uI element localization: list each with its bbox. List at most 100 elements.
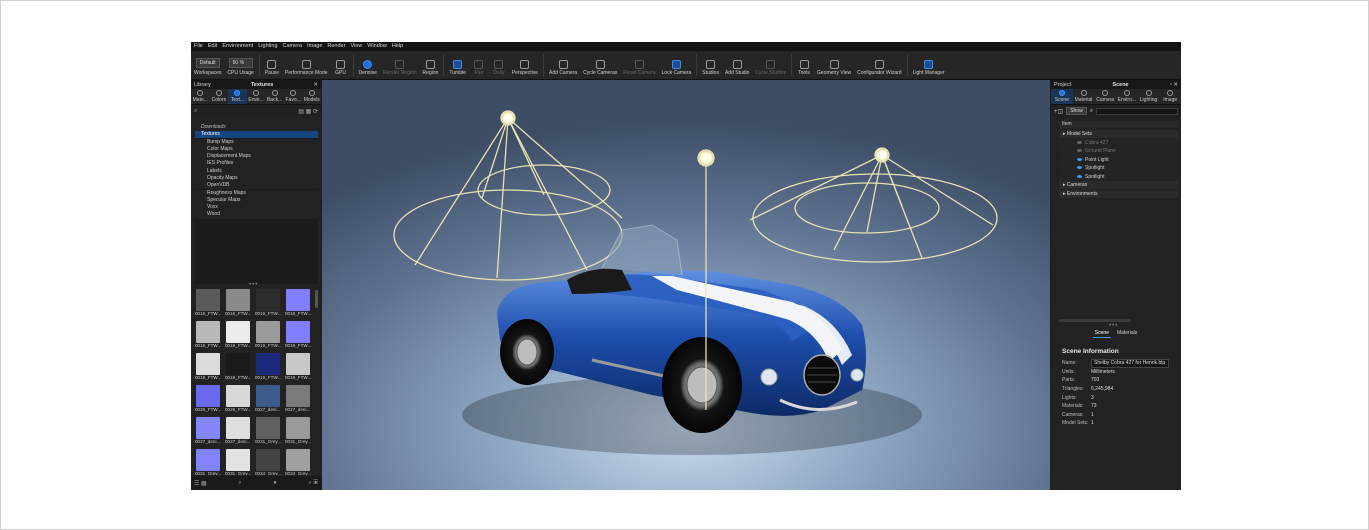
toolbar-performance-mode-button[interactable]: Performance Mode [282, 50, 331, 79]
texture-thumbnail[interactable]: 0019_FTW... [285, 321, 313, 353]
library-tab-4[interactable]: Back... [265, 89, 284, 104]
point-light-gizmo[interactable] [697, 149, 715, 167]
thumbnail-scrollbar[interactable] [315, 290, 318, 308]
texture-thumbnail[interactable]: 0016_FTW... [195, 321, 223, 353]
toolbar-reset-camera-button[interactable]: Reset Camera [620, 50, 658, 79]
scene-tree-scrollbar[interactable] [1059, 319, 1131, 322]
library-tree-item[interactable]: Voxx [195, 204, 318, 212]
visibility-eye-icon[interactable] [1077, 166, 1082, 170]
scene-subtab-1[interactable]: Materials [1115, 329, 1139, 338]
library-tree-item[interactable]: Color Maps [195, 145, 318, 154]
texture-thumbnail[interactable]: 0031_Grey... [195, 449, 223, 475]
library-tab-6[interactable]: Models [302, 89, 321, 104]
library-tree-item[interactable]: IES Profiles [195, 160, 318, 168]
toolbar-pause-button[interactable]: Pause [262, 50, 282, 79]
cpu-usage-select[interactable]: 50 % [228, 57, 253, 68]
toolbar-lock-camera-button[interactable]: Lock Camera [659, 50, 695, 79]
texture-thumbnail[interactable]: 0016_FTW... [285, 289, 313, 321]
scene-tab-4[interactable]: Lighting [1138, 89, 1160, 104]
texture-thumbnail[interactable]: 0034_Grey... [285, 449, 313, 475]
scene-tab-2[interactable]: Camera [1094, 89, 1116, 104]
library-tree-item[interactable]: Bump Maps [195, 138, 318, 146]
toolbar-geometry-view-button[interactable]: Geometry View [814, 50, 854, 79]
texture-thumbnail[interactable]: 0034_Grey... [255, 449, 283, 475]
scene-tree-item[interactable]: Spotlight [1059, 164, 1178, 172]
library-tab-3[interactable]: Envir... [247, 89, 266, 104]
texture-thumbnail[interactable]: 0019_FTW... [225, 353, 253, 385]
toolbar-cpu-usage-button[interactable]: 50 % CPU Usage [224, 50, 256, 79]
library-tree-item[interactable]: Labels [195, 167, 318, 175]
scene-tree-item[interactable]: ▸ Model Sets [1059, 130, 1178, 138]
library-tree-item[interactable]: Downloads [195, 124, 318, 132]
search-icon[interactable]: ⌕ [194, 108, 197, 115]
zoom-icon[interactable]: ⌕ [238, 480, 241, 487]
scene-tree-item[interactable]: ▸ Environments [1059, 189, 1178, 198]
visibility-eye-icon[interactable] [1077, 174, 1082, 178]
splitter-grip-icon[interactable]: ••• [249, 282, 258, 288]
texture-thumbnail[interactable]: 0026_FTW... [195, 385, 223, 417]
toolbar-tools-button[interactable]: Tools [794, 50, 814, 79]
library-tools-icon[interactable]: ⌕ ▣ [308, 480, 318, 487]
toolbar-tumble-button[interactable]: Tumble [446, 50, 469, 79]
search-icon[interactable]: ⌕ [1090, 108, 1093, 115]
texture-thumbnail[interactable]: 0019_FTW... [255, 321, 283, 353]
scene-search-input[interactable] [1096, 107, 1178, 115]
library-tab-0[interactable]: Mate... [191, 89, 210, 104]
list-view-icon[interactable]: ☰ ▦ [194, 480, 207, 487]
toolbar-add-studio-button[interactable]: Add Studio [722, 50, 752, 79]
scene-tab-5[interactable]: Image [1159, 89, 1181, 104]
toolbar-add-camera-button[interactable]: Add Camera [546, 50, 580, 79]
toolbar-perspective-button[interactable]: Perspective [509, 50, 541, 79]
scene-tab-0[interactable]: Scene [1051, 89, 1073, 104]
library-view-icons[interactable]: ▤ ▦ ⟳ [298, 108, 318, 115]
texture-thumbnail[interactable]: 0016_FTW... [195, 289, 223, 321]
texture-thumbnail[interactable]: 0027_deni... [255, 385, 283, 417]
scene-info-value[interactable]: Shelby Cobra 427 for Henrik.bip [1091, 358, 1169, 368]
toolbar-studios-button[interactable]: Studios [699, 50, 722, 79]
library-tree-item[interactable]: Wood [195, 211, 318, 219]
texture-thumbnail[interactable]: 0019_FTW... [285, 353, 313, 385]
toolbar-denoise-button[interactable]: Denoise [356, 50, 380, 79]
toolbar-render-region-button[interactable]: Render Region [380, 50, 420, 79]
texture-thumbnail[interactable]: 0019_FTW... [225, 321, 253, 353]
visibility-eye-icon[interactable] [1077, 149, 1082, 153]
scene-subtab-0[interactable]: Scene [1092, 329, 1111, 338]
library-tree-item[interactable]: Roughness Maps [195, 189, 318, 197]
library-tab-1[interactable]: Colors [210, 89, 229, 104]
texture-thumbnail[interactable]: 0016_FTW... [255, 289, 283, 321]
library-tree-item[interactable]: Textures [195, 131, 318, 139]
texture-thumbnail[interactable]: 0016_FTW... [225, 289, 253, 321]
library-tree-item[interactable]: OpenVDB [195, 182, 318, 190]
toolbar-region-button[interactable]: Region [420, 50, 442, 79]
panel-close-icon[interactable]: ▫ ✕ [1170, 82, 1178, 88]
toolbar-dolly-button[interactable]: Dolly [489, 50, 509, 79]
library-tree-item[interactable]: Displacement Maps [195, 153, 318, 161]
texture-thumbnail[interactable]: 0026_FTW... [225, 385, 253, 417]
texture-thumbnail[interactable]: 0031_Grey... [225, 449, 253, 475]
scene-tree-item[interactable]: Point Light [1059, 155, 1178, 164]
toolbar-light-manager-button[interactable]: Light Manager [910, 50, 948, 79]
visibility-eye-icon[interactable] [1077, 157, 1082, 161]
texture-thumbnail[interactable]: 0031_Grey... [255, 417, 283, 449]
scene-tree-item[interactable]: Spotlight [1059, 172, 1178, 181]
texture-thumbnail[interactable]: 0019_FTW... [255, 353, 283, 385]
texture-thumbnail[interactable]: 0031_Grey... [285, 417, 313, 449]
add-item-icon[interactable]: +◫ [1054, 108, 1063, 115]
workspace-select[interactable]: Default [195, 57, 220, 68]
toolbar-cycle-cameras-button[interactable]: Cycle Cameras [580, 50, 620, 79]
library-tree-item[interactable]: Specular Maps [195, 196, 318, 204]
texture-thumbnail[interactable]: 0027_deni... [285, 385, 313, 417]
library-tab-2[interactable]: Text... [228, 89, 247, 104]
thumbnail-size-slider[interactable]: ● [273, 480, 277, 486]
render-viewport[interactable] [322, 80, 1050, 490]
scene-tree-item[interactable]: Ground Plane [1059, 147, 1178, 155]
show-dropdown[interactable]: Show [1066, 107, 1087, 115]
texture-thumbnail[interactable]: 0027_deni... [225, 417, 253, 449]
library-tab-5[interactable]: Favo... [284, 89, 303, 104]
library-tree-item[interactable]: Opacity Maps [195, 174, 318, 183]
toolbar-pan-button[interactable]: Pan [469, 50, 489, 79]
scene-tree-item[interactable]: ▸ Cameras [1059, 181, 1178, 189]
texture-thumbnail[interactable]: 0027_deni... [195, 417, 223, 449]
scene-tab-1[interactable]: Material [1073, 89, 1095, 104]
panel-close-icon[interactable]: ✕ [313, 82, 318, 88]
